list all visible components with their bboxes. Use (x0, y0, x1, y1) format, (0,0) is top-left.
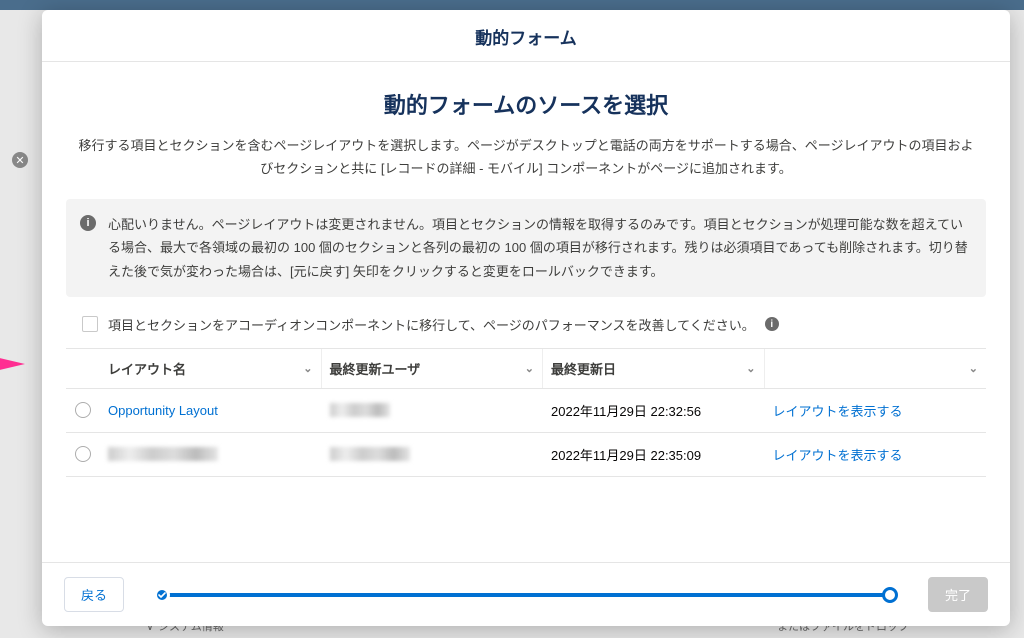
col-last-modified-by[interactable]: 最終更新ユーザ ⌄ (322, 349, 544, 388)
accordion-checkbox[interactable] (82, 316, 98, 332)
show-layout-link[interactable]: レイアウトを表示する (773, 404, 903, 419)
modal-footer: 戻る 完了 (42, 562, 1010, 626)
table-row: ██████████2022年11月29日 22:35:09レイアウトを表示する (66, 433, 986, 477)
accordion-checkbox-label: 項目とセクションをアコーディオンコンポーネントに移行して、ページのパフォーマンス… (108, 315, 755, 334)
col-actions[interactable]: ⌄ (765, 352, 987, 385)
progress-step-current-icon (882, 587, 898, 603)
chevron-down-icon: ⌄ (303, 362, 312, 375)
alert-text: 心配いりません。ページレイアウトは変更されません。項目とセクションの情報を取得す… (108, 213, 970, 283)
layout-radio[interactable] (75, 446, 91, 462)
layout-name-cell: Opportunity Layout (100, 401, 322, 420)
progress-bar (162, 593, 890, 597)
table-header: レイアウト名 ⌄ 最終更新ユーザ ⌄ 最終更新日 ⌄ ⌄ (66, 349, 986, 389)
info-alert: i 心配いりません。ページレイアウトは変更されません。項目とセクションの情報を取… (66, 199, 986, 297)
lead-text: 移行する項目とセクションを含むページレイアウトを選択します。ページがデスクトップ… (76, 134, 976, 181)
modified-by-cell: ████ (322, 401, 544, 420)
back-button[interactable]: 戻る (64, 577, 124, 612)
accordion-option-row: 項目とセクションをアコーディオンコンポーネントに移行して、ページのパフォーマンス… (66, 307, 986, 348)
chevron-down-icon: ⌄ (525, 362, 534, 375)
chevron-down-icon: ⌄ (969, 362, 978, 375)
modified-date-cell: 2022年11月29日 22:32:56 (543, 399, 765, 422)
chevron-down-icon: ⌄ (746, 362, 755, 375)
section-title: 動的フォームのソースを選択 (66, 88, 986, 120)
done-button: 完了 (928, 577, 988, 612)
progress-step-done-icon (154, 587, 170, 603)
layouts-table: レイアウト名 ⌄ 最終更新ユーザ ⌄ 最終更新日 ⌄ ⌄ Opportunity… (66, 348, 986, 477)
col-last-modified-date[interactable]: 最終更新日 ⌄ (543, 349, 765, 388)
dynamic-forms-modal: 動的フォーム 動的フォームのソースを選択 移行する項目とセクションを含むページレ… (42, 10, 1010, 626)
info-icon: i (80, 215, 96, 231)
modal-body: 動的フォームのソースを選択 移行する項目とセクションを含むページレイアウトを選択… (42, 62, 1010, 562)
layout-name-cell: ██████ (100, 445, 322, 464)
modal-title: 動的フォーム (42, 10, 1010, 62)
modified-by-cell: ████ (322, 445, 544, 464)
table-row: Opportunity Layout ████2022年11月29日 22:32:… (66, 389, 986, 433)
layout-radio[interactable] (75, 402, 91, 418)
col-layout-name[interactable]: レイアウト名 ⌄ (100, 349, 322, 388)
modified-date-cell: 2022年11月29日 22:35:09 (543, 443, 765, 466)
bg-dismiss-icon: ✕ (12, 152, 28, 168)
layout-name-link[interactable]: Opportunity Layout (108, 403, 218, 418)
bg-app-header (0, 0, 1024, 10)
show-layout-link[interactable]: レイアウトを表示する (773, 448, 903, 463)
help-icon[interactable]: i (765, 317, 779, 331)
pointer-arrow-icon (0, 357, 25, 371)
